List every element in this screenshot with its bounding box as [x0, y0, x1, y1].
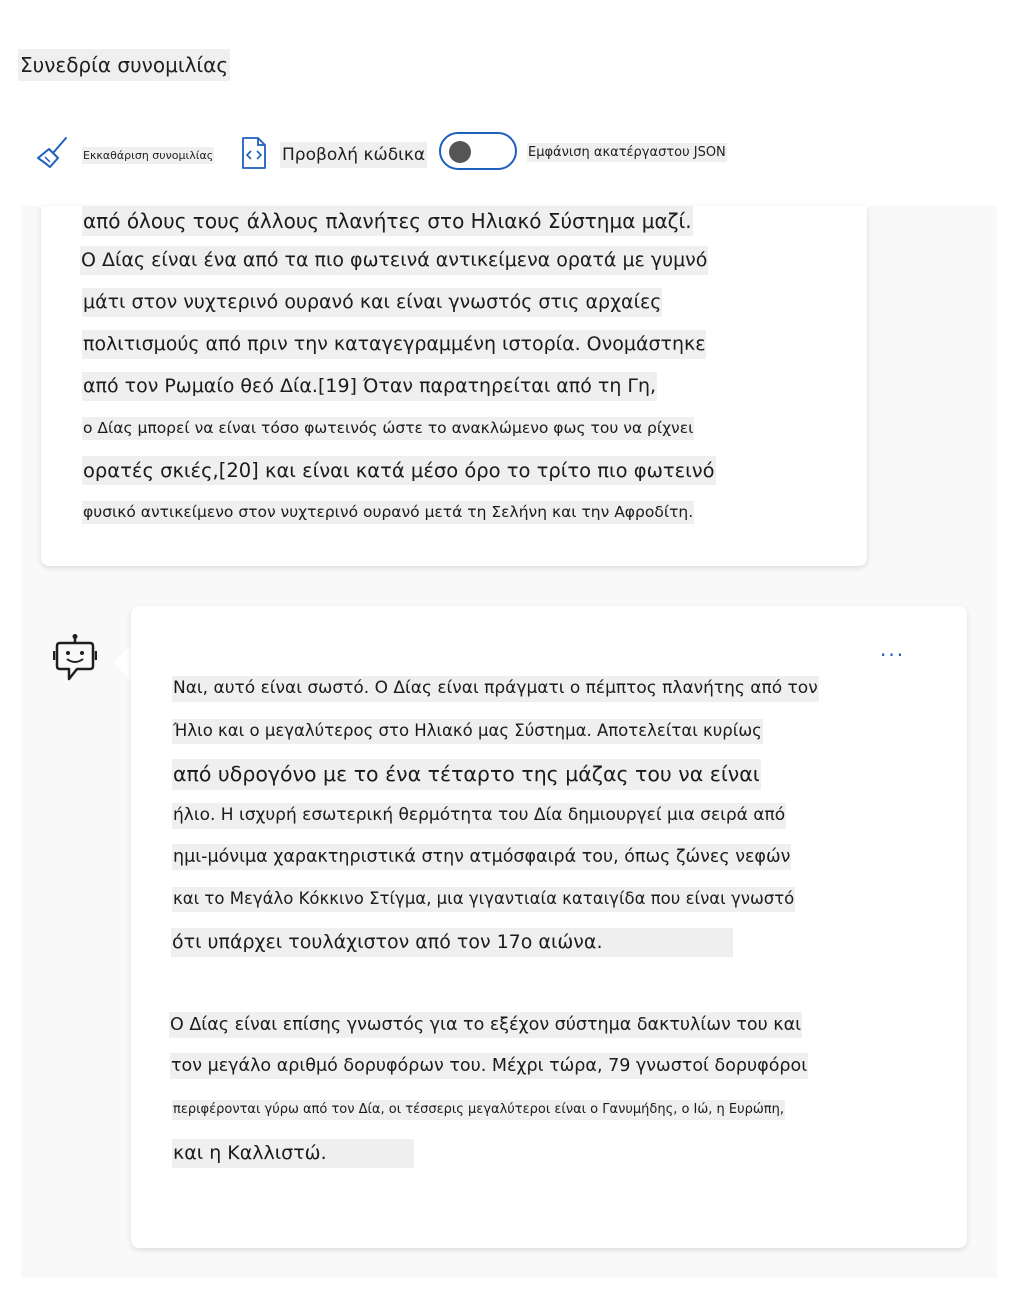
toolbar: Εκκαθάριση συνομιλίας Προβολή κώδικα Εμφ…: [0, 128, 1014, 178]
bot-message-line: ότι υπάρχει τουλάχιστον από τον 17ο αιών…: [171, 928, 733, 957]
user-message-card: από όλους τους άλλους πλανήτες στο Ηλιακ…: [41, 206, 867, 566]
broom-icon: [36, 136, 70, 174]
raw-json-label: Εμφάνιση ακατέργαστου JSON: [527, 143, 727, 162]
bot-message-line: ήλιο. Η ισχυρή εσωτερική θερμότητα του Δ…: [172, 803, 787, 829]
clear-chat-button[interactable]: Εκκαθάριση συνομιλίας: [36, 136, 215, 174]
user-message-line: μάτι στον νυχτερινό ουρανό και είναι γνω…: [82, 288, 663, 317]
raw-json-label-wrap: Εμφάνιση ακατέργαστου JSON: [527, 143, 727, 162]
user-message-line: ορατές σκιές,[20] και είναι κατά μέσο όρ…: [82, 456, 716, 486]
toggle-knob: [449, 141, 471, 163]
bot-message-line: ημι-μόνιμα χαρακτηριστικά στην ατμόσφαιρ…: [172, 844, 792, 871]
clear-chat-label: Εκκαθάριση συνομιλίας: [82, 146, 215, 164]
bot-message-line: Ο Δίας είναι επίσης γνωστός για το εξέχο…: [169, 1012, 803, 1039]
bot-message-line: και το Μεγάλο Κόκκινο Στίγμα, μια γιγαντ…: [172, 887, 796, 912]
view-code-button[interactable]: Προβολή κώδικα: [240, 136, 428, 174]
user-message-line: ο Δίας μπορεί να είναι τόσο φωτεινός ώστ…: [82, 417, 695, 441]
view-code-label: Προβολή κώδικα: [280, 142, 428, 168]
bot-icon: [52, 633, 98, 683]
bot-message-line: από υδρογόνο με το ένα τέταρτο της μάζας…: [172, 759, 761, 790]
user-message-line: Ο Δίας είναι ένα από τα πιο φωτεινά αντι…: [80, 246, 709, 275]
bot-message-line: Ήλιο και ο μεγαλύτερος στο Ηλιακό μας Σύ…: [172, 719, 763, 744]
raw-json-toggle[interactable]: [439, 132, 517, 170]
user-message-line: από τον Ρωμαίο θεό Δία.[19] Όταν παρατηρ…: [82, 372, 658, 401]
bot-message-line: Ναι, αυτό είναι σωστό. Ο Δίας είναι πράγ…: [172, 676, 819, 702]
bot-message-card: Ναι, αυτό είναι σωστό. Ο Δίας είναι πράγ…: [131, 606, 967, 1248]
more-options-button[interactable]: ...: [880, 637, 905, 661]
session-title: Συνεδρία συνομιλίας: [18, 49, 231, 81]
bot-message-line: τον μεγάλο αριθμό δορυφόρων του. Μέχρι τ…: [170, 1053, 809, 1080]
user-message-line: από όλους τους άλλους πλανήτες στο Ηλιακ…: [82, 206, 693, 236]
bot-message-pointer: [113, 645, 131, 681]
code-file-icon: [240, 136, 268, 174]
bot-message-line: περιφέρονται γύρω από τον Δία, οι τέσσερ…: [172, 1100, 785, 1120]
user-message-line: φυσικό αντικείμενο στον νυχτερινό ουρανό…: [82, 501, 695, 525]
bot-message-line: και η Καλλιστώ.: [172, 1139, 414, 1168]
user-message-line: πολιτισμούς από πριν την καταγεγραμμένη …: [82, 330, 707, 359]
